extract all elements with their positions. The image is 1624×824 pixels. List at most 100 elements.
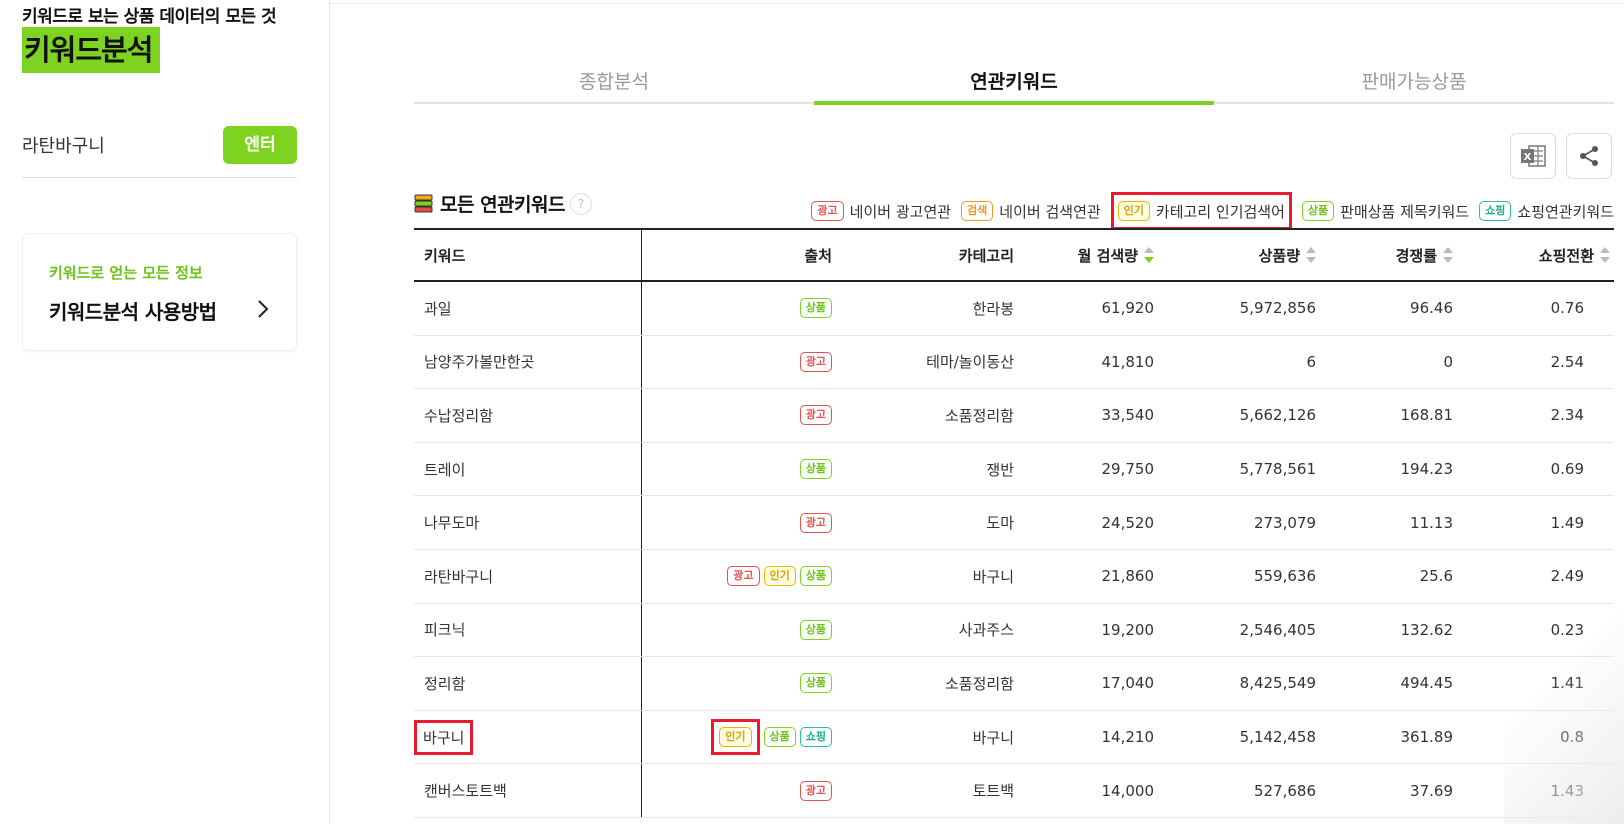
keyword-text[interactable]: 피크닉	[424, 619, 465, 640]
excel-export-button[interactable]: X	[1510, 133, 1556, 179]
share-button[interactable]	[1566, 133, 1612, 179]
keyword-text[interactable]: 트레이	[424, 459, 465, 480]
shopping-badge: 쇼핑	[1479, 201, 1512, 221]
legend-item-popular: 인기 카테고리 인기검색어	[1110, 192, 1292, 230]
table-row[interactable]: 바구니 인기 상품 쇼핑 바구니 14,210 5,142,458 361.89 0.8	[414, 710, 1614, 765]
header-source-label: 출처	[804, 246, 832, 265]
tab-related-keywords[interactable]: 연관키워드	[814, 64, 1214, 105]
header-competition[interactable]: 경쟁률	[1316, 245, 1453, 266]
search-badge: 검색	[961, 201, 994, 221]
sort-icon[interactable]	[1600, 247, 1610, 263]
cell-competition: 494.45	[1400, 674, 1454, 693]
help-icon[interactable]: ?	[569, 192, 592, 215]
table-row[interactable]: 남양주가볼만한곳 광고 테마/놀이동산 41,810 6 0 2.54	[414, 335, 1614, 390]
cell-keyword[interactable]: 트레이	[414, 442, 642, 496]
cell-keyword[interactable]: 바구니	[414, 710, 642, 764]
product-badge: 상품	[799, 619, 832, 640]
ad-badge: 광고	[799, 351, 832, 372]
keyword-text[interactable]: 정리함	[424, 673, 465, 694]
cell-volume: 29,750	[1101, 460, 1155, 479]
header-products[interactable]: 상품량	[1154, 245, 1316, 266]
tab-sellable-products[interactable]: 판매가능상품	[1214, 64, 1614, 102]
enter-button[interactable]: 엔터	[223, 126, 297, 164]
cell-competition: 96.46	[1410, 299, 1453, 318]
cell-products: 5,662,126	[1239, 406, 1316, 425]
cell-products: 5,972,856	[1239, 299, 1316, 318]
header-competition-label: 경쟁률	[1395, 246, 1437, 265]
cell-category: 바구니	[972, 567, 1014, 586]
legend-item-search: 검색 네이버 검색연관	[961, 196, 1101, 226]
tab-overall-analysis[interactable]: 종합분석	[414, 64, 814, 102]
sidebar: 키워드로 보는 상품 데이터의 모든 것 키워드분석 라탄바구니 엔터 키워드로…	[0, 0, 330, 824]
top-divider	[330, 3, 1624, 4]
search-input[interactable]: 라탄바구니	[22, 132, 105, 158]
cell-competition: 11.13	[1410, 513, 1453, 532]
keyword-text[interactable]: 남양주가볼만한곳	[424, 351, 534, 372]
cell-keyword[interactable]: 남양주가볼만한곳	[414, 335, 642, 389]
cell-keyword[interactable]: 정리함	[414, 657, 642, 710]
cell-keyword[interactable]: 수납정리함	[414, 389, 642, 442]
cell-category: 소품정리함	[944, 406, 1014, 425]
popular-badge: 인기	[1117, 201, 1150, 221]
keyword-text[interactable]: 바구니	[414, 719, 474, 755]
sort-icon[interactable]	[1443, 247, 1453, 263]
header-shopping[interactable]: 쇼핑전환	[1453, 245, 1614, 266]
cell-source: 상품	[642, 673, 832, 694]
list-book-icon	[414, 194, 433, 212]
table-row[interactable]: 정리함 상품 소품정리함 17,040 8,425,549 494.45 1.41	[414, 657, 1614, 711]
table-row[interactable]: 캔버스토트백 광고 토트백 14,000 527,686 37.69 1.43	[414, 764, 1614, 818]
table-row[interactable]: 수납정리함 광고 소품정리함 33,540 5,662,126 168.81 2.34	[414, 389, 1614, 443]
usage-guide-card[interactable]: 키워드로 얻는 모든 정보 키워드분석 사용방법	[22, 233, 297, 351]
ad-badge: 광고	[811, 201, 844, 221]
legend-item-shopping: 쇼핑 쇼핑연관키워드	[1479, 196, 1614, 226]
cell-volume: 14,210	[1101, 728, 1155, 747]
sort-icon[interactable]	[1144, 247, 1154, 263]
cell-keyword[interactable]: 과일	[414, 282, 642, 335]
search-row: 라탄바구니 엔터	[22, 124, 297, 178]
cell-category: 쟁반	[986, 460, 1014, 479]
cell-source: 광고 인기 상품	[642, 566, 832, 587]
cell-source: 광고	[642, 351, 832, 372]
header-source: 출처	[642, 245, 832, 266]
cell-products: 5,142,458	[1239, 728, 1316, 747]
table-row[interactable]: 피크닉 상품 사과주스 19,200 2,546,405 132.62 0.23	[414, 603, 1614, 658]
cell-keyword[interactable]: 캔버스토트백	[414, 764, 642, 817]
table-body: 과일 상품 한라봉 61,920 5,972,856 96.46 0.76 남양주가볼만한곳 광…	[414, 282, 1614, 818]
keyword-text[interactable]: 나무도마	[424, 512, 479, 533]
table-row[interactable]: 라탄바구니 광고 인기 상품 바구니 21,860 559,636 25.6 2.49	[414, 549, 1614, 604]
cell-competition: 168.81	[1400, 406, 1454, 425]
sort-icon[interactable]	[1306, 247, 1316, 263]
keyword-text[interactable]: 과일	[424, 298, 452, 319]
share-icon	[1580, 146, 1598, 166]
cell-shopping: 0.8	[1560, 728, 1584, 747]
cell-source: 상품	[642, 459, 832, 480]
product-badge: 상품	[763, 727, 796, 748]
cell-category: 테마/놀이동산	[926, 353, 1014, 372]
cell-volume: 14,000	[1101, 781, 1155, 800]
brand-title: 키워드분석	[22, 27, 161, 73]
ad-badge: 광고	[799, 405, 832, 426]
cell-keyword[interactable]: 피크닉	[414, 603, 642, 657]
header-category: 카테고리	[958, 246, 1014, 265]
cell-volume: 24,520	[1101, 513, 1155, 532]
cell-shopping: 0.76	[1550, 299, 1584, 318]
header-volume[interactable]: 월 검색량	[1014, 245, 1154, 266]
section-title: 모든 연관키워드	[440, 194, 565, 216]
keyword-text[interactable]: 수납정리함	[424, 405, 493, 426]
cell-competition: 25.6	[1419, 567, 1453, 586]
cell-shopping: 2.34	[1550, 406, 1584, 425]
table-row[interactable]: 트레이 상품 쟁반 29,750 5,778,561 194.23 0.69	[414, 442, 1614, 497]
cell-keyword[interactable]: 나무도마	[414, 496, 642, 549]
ad-badge: 광고	[799, 512, 832, 533]
table-row[interactable]: 나무도마 광고 도마 24,520 273,079 11.13 1.49	[414, 496, 1614, 550]
keyword-text[interactable]: 라탄바구니	[424, 566, 493, 587]
cell-keyword[interactable]: 라탄바구니	[414, 549, 642, 603]
keyword-text[interactable]: 캔버스토트백	[424, 780, 507, 801]
table-row[interactable]: 과일 상품 한라봉 61,920 5,972,856 96.46 0.76	[414, 282, 1614, 336]
sidebar-divider	[329, 0, 330, 824]
cell-products: 273,079	[1253, 513, 1316, 532]
ad-badge: 광고	[727, 566, 760, 587]
cell-volume: 33,540	[1101, 406, 1155, 425]
legend-label: 네이버 검색연관	[999, 202, 1101, 221]
cell-category: 토트백	[972, 782, 1014, 801]
